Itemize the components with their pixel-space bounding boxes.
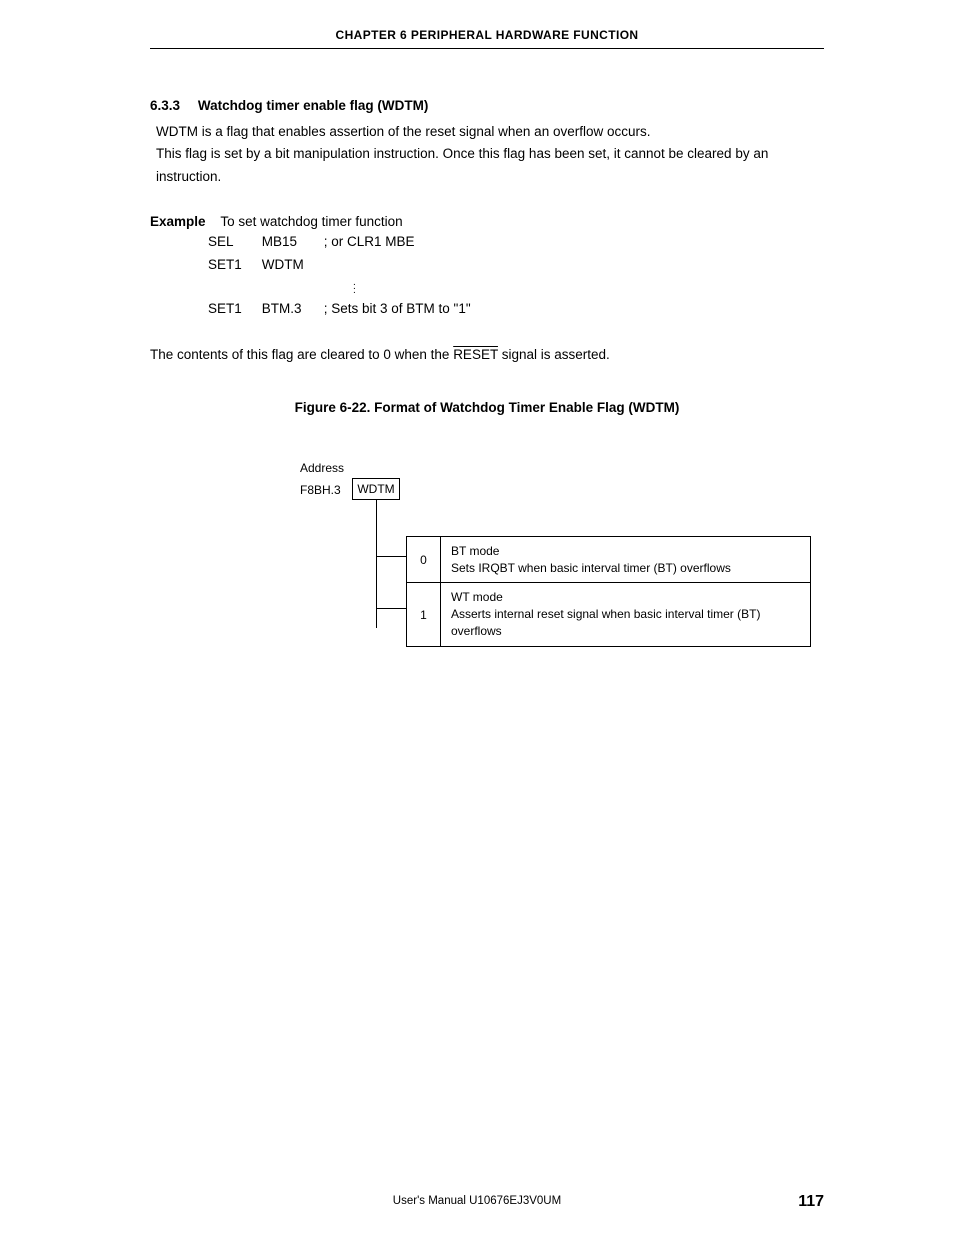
reset-signal: RESET (453, 347, 498, 362)
figure-diagram: Address F8BH.3 WDTM 0 BT mode Sets IRQBT… (300, 461, 824, 681)
header-rule (150, 48, 824, 49)
section-title: Watchdog timer enable flag (WDTM) (198, 98, 429, 113)
flag-desc: BT mode Sets IRQBT when basic interval t… (441, 536, 811, 583)
reset-post: signal is asserted. (498, 347, 610, 362)
figure-title: Figure 6-22. Format of Watchdog Timer En… (150, 400, 824, 415)
flag-desc-line1: WT mode (451, 590, 503, 604)
code-arg: WDTM (262, 254, 322, 276)
example-label: Example (150, 214, 206, 229)
code-row: SEL MB15 ; or CLR1 MBE (208, 231, 489, 253)
connector-h1 (376, 556, 406, 557)
code-cmt: ; or CLR1 MBE (324, 231, 489, 253)
paragraph-1: WDTM is a flag that enables assertion of… (156, 121, 824, 143)
flag-desc-line2: Asserts internal reset signal when basic… (451, 607, 760, 638)
chapter-header: CHAPTER 6 PERIPHERAL HARDWARE FUNCTION (150, 28, 824, 48)
code-op: SET1 (208, 298, 260, 320)
code-vdots: ... (208, 278, 489, 296)
flag-value: 0 (407, 536, 441, 583)
page-number: 117 (798, 1193, 824, 1211)
reset-pre: The contents of this flag are cleared to… (150, 347, 453, 362)
code-op: SEL (208, 231, 260, 253)
flag-value: 1 (407, 583, 441, 646)
address-value: F8BH.3 (300, 483, 341, 497)
section-number: 6.3.3 (150, 98, 180, 113)
flag-desc-line2: Sets IRQBT when basic interval timer (BT… (451, 561, 731, 575)
code-listing: SEL MB15 ; or CLR1 MBE SET1 WDTM ... SET… (206, 229, 491, 322)
table-row: 1 WT mode Asserts internal reset signal … (407, 583, 811, 646)
code-arg: BTM.3 (262, 298, 322, 320)
flag-desc: WT mode Asserts internal reset signal wh… (441, 583, 811, 646)
code-row: SET1 BTM.3 ; Sets bit 3 of BTM to "1" (208, 298, 489, 320)
code-arg: MB15 (262, 231, 322, 253)
section-heading: 6.3.3 Watchdog timer enable flag (WDTM) (150, 97, 824, 115)
code-row: SET1 WDTM (208, 254, 489, 276)
address-label: Address (300, 461, 344, 475)
code-op: SET1 (208, 254, 260, 276)
reset-paragraph: The contents of this flag are cleared to… (150, 344, 824, 366)
table-row: 0 BT mode Sets IRQBT when basic interval… (407, 536, 811, 583)
code-cmt: ; Sets bit 3 of BTM to "1" (324, 298, 489, 320)
flag-box: WDTM (352, 478, 400, 500)
example-block: Example To set watchdog timer function (150, 214, 824, 229)
connector-h2 (376, 608, 406, 609)
flag-table: 0 BT mode Sets IRQBT when basic interval… (406, 536, 811, 647)
flag-desc-line1: BT mode (451, 544, 499, 558)
example-lead-in: To set watchdog timer function (220, 214, 402, 229)
paragraph-2: This flag is set by a bit manipulation i… (156, 143, 824, 188)
code-cmt (324, 254, 489, 276)
